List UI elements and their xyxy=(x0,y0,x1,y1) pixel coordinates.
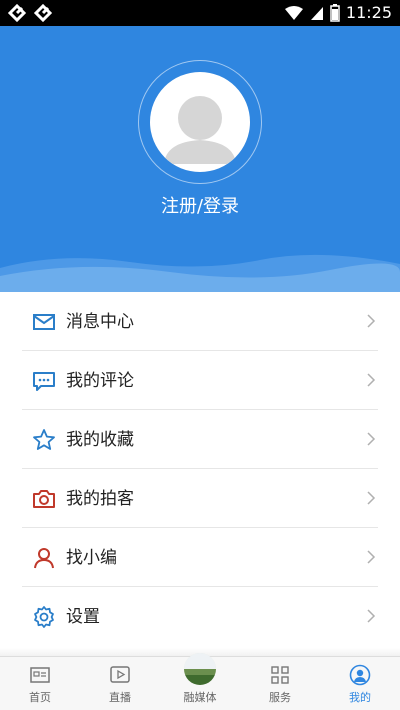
media-thumbnail-image xyxy=(184,653,216,685)
nav-tab-mine[interactable]: 我的 xyxy=(320,657,400,710)
nav-tab-label: 服务 xyxy=(269,691,291,704)
status-left-icons xyxy=(8,4,56,22)
notification-icon xyxy=(8,4,27,22)
menu-item-find-editor[interactable]: 找小编 xyxy=(22,528,378,587)
menu-item-label: 消息中心 xyxy=(66,312,134,332)
nav-tab-label: 直播 xyxy=(109,691,131,704)
avatar[interactable] xyxy=(150,72,250,172)
signal-icon xyxy=(310,7,323,20)
menu-item-photographer[interactable]: 我的拍客 xyxy=(22,469,378,528)
chevron-right-icon xyxy=(367,491,376,505)
wifi-icon xyxy=(284,6,303,20)
chevron-right-icon xyxy=(367,550,376,564)
nav-tab-services[interactable]: 服务 xyxy=(240,657,320,710)
menu-item-label: 我的拍客 xyxy=(66,489,134,509)
status-bar: 11:25 xyxy=(0,0,400,26)
chevron-right-icon xyxy=(367,314,376,328)
person-icon xyxy=(34,548,54,569)
nav-tab-media[interactable]: 融媒体 xyxy=(160,653,240,710)
news-icon xyxy=(30,667,50,683)
menu-item-label: 我的收藏 xyxy=(66,430,134,450)
chevron-right-icon xyxy=(367,432,376,446)
menu-list: 消息中心 我的评论 我的收藏 我的拍客 找小编 设置 xyxy=(0,292,400,646)
battery-icon xyxy=(330,4,340,22)
bottom-nav: 首页 直播 融媒体 服务 我的 xyxy=(0,653,400,710)
nav-tab-label: 我的 xyxy=(349,691,371,704)
media-thumbnail xyxy=(184,653,216,685)
chevron-right-icon xyxy=(367,373,376,387)
menu-item-label: 设置 xyxy=(66,607,100,627)
comment-bubble-icon xyxy=(33,372,55,391)
header-wave-decoration xyxy=(0,254,400,292)
camera-icon xyxy=(33,490,55,508)
menu-item-favorites[interactable]: 我的收藏 xyxy=(22,410,378,469)
nav-tab-home[interactable]: 首页 xyxy=(0,657,80,710)
menu-item-settings[interactable]: 设置 xyxy=(22,587,378,646)
gear-icon xyxy=(34,606,54,628)
menu-item-messages[interactable]: 消息中心 xyxy=(22,292,378,351)
notification-icon xyxy=(34,4,53,22)
login-register-link[interactable]: 注册/登录 xyxy=(0,192,400,218)
nav-tab-live[interactable]: 直播 xyxy=(80,657,160,710)
menu-item-label: 我的评论 xyxy=(66,371,134,391)
profile-header: 注册/登录 xyxy=(0,26,400,292)
nav-tab-label: 首页 xyxy=(29,691,51,704)
default-avatar-icon xyxy=(164,96,236,164)
play-icon xyxy=(110,666,130,683)
grid-icon xyxy=(271,666,289,684)
star-icon xyxy=(33,429,55,450)
status-right-icons: 11:25 xyxy=(284,3,392,23)
status-time: 11:25 xyxy=(345,3,392,22)
nav-tab-label: 融媒体 xyxy=(183,691,217,704)
profile-icon xyxy=(349,664,371,686)
chevron-right-icon xyxy=(367,609,376,623)
menu-item-comments[interactable]: 我的评论 xyxy=(22,351,378,410)
envelope-icon xyxy=(33,314,55,330)
menu-item-label: 找小编 xyxy=(66,548,117,568)
